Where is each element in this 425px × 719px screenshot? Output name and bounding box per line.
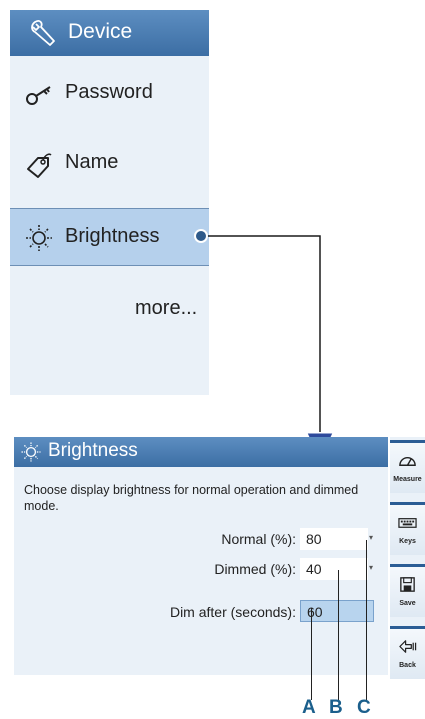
- brightness-screen-title: Brightness: [48, 440, 138, 461]
- brightness-screen-header: Brightness: [14, 437, 388, 467]
- measure-button[interactable]: Measure: [390, 440, 425, 493]
- keys-button[interactable]: Keys: [390, 502, 425, 555]
- save-label: Save: [399, 600, 416, 607]
- dim-after-label: Dim after (seconds):: [169, 604, 296, 620]
- measure-label: Measure: [393, 476, 422, 483]
- sun-icon: [21, 442, 41, 462]
- keyboard-icon: [398, 518, 417, 528]
- normal-spin-icon[interactable]: ▾: [369, 533, 373, 542]
- brightness-description: Choose display brightness for normal ope…: [24, 483, 359, 513]
- normal-field[interactable]: 80: [300, 528, 368, 550]
- brightness-screen: [14, 437, 388, 675]
- dimmed-field[interactable]: 40: [300, 558, 368, 580]
- normal-label: Normal (%):: [221, 531, 296, 547]
- floppy-disk-icon: [400, 577, 415, 592]
- callout-line-a: [311, 608, 312, 700]
- callout-label-b: B: [329, 697, 343, 718]
- callout-label-c: C: [357, 697, 371, 718]
- keys-label: Keys: [399, 538, 416, 545]
- callout-line-b: [338, 570, 339, 700]
- callout-label-a: A: [302, 697, 316, 718]
- back-label: Back: [399, 662, 416, 669]
- dimmed-label: Dimmed (%):: [214, 561, 296, 577]
- back-arrow-icon: [399, 640, 417, 653]
- dimmed-spin-icon[interactable]: ▾: [369, 563, 373, 572]
- gauge-icon: [399, 457, 416, 466]
- callout-line-c: [366, 540, 367, 700]
- save-button[interactable]: Save: [390, 564, 425, 617]
- back-button[interactable]: Back: [390, 626, 425, 679]
